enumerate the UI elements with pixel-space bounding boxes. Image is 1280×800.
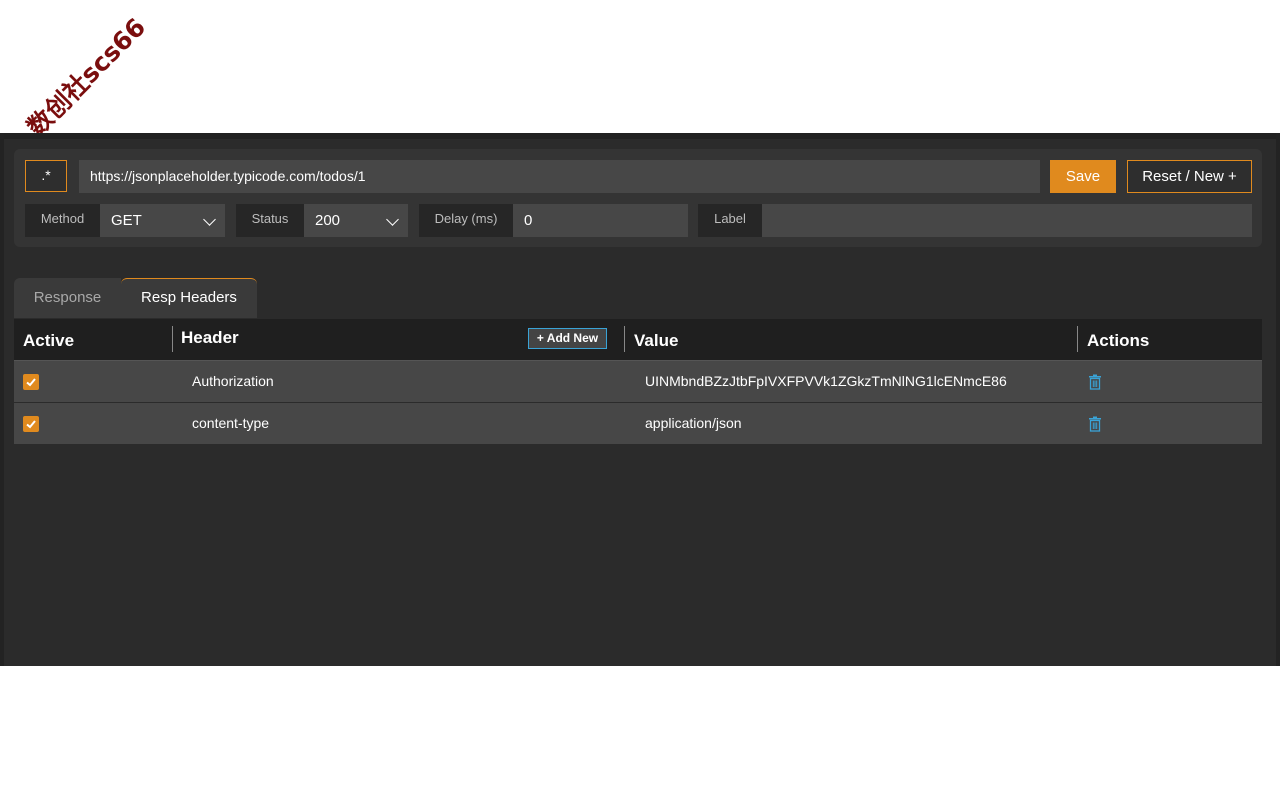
check-icon (26, 378, 36, 387)
column-actions: Actions (1087, 331, 1150, 350)
url-input[interactable]: https://jsonplaceholder.typicode.com/tod… (79, 160, 1040, 193)
column-active: Active (23, 331, 75, 350)
status-label: Status (236, 204, 304, 237)
method-value: GET (111, 212, 142, 229)
header-name[interactable]: Authorization (192, 361, 274, 402)
app-window: .* https://jsonplaceholder.typicode.com/… (0, 133, 1280, 666)
status-value: 200 (315, 212, 341, 229)
header-value[interactable]: application/json (645, 403, 742, 444)
column-header: Header (181, 328, 239, 347)
watermark: 数创社scs66 (21, 12, 152, 143)
check-icon (26, 420, 36, 429)
request-panel: .* https://jsonplaceholder.typicode.com/… (14, 149, 1262, 247)
column-value: Value (634, 331, 679, 350)
label-input[interactable] (762, 204, 1252, 237)
save-button[interactable]: Save (1050, 160, 1116, 193)
label-label: Label (698, 204, 762, 237)
tab-response[interactable]: Response (14, 278, 121, 318)
regex-toggle-button[interactable]: .* (25, 160, 67, 192)
headers-table: Active Header + Add New Value Actions Au… (14, 319, 1262, 445)
header-name[interactable]: content-type (192, 403, 269, 444)
reset-new-button[interactable]: Reset / New + (1127, 160, 1252, 193)
method-label: Method (25, 204, 100, 237)
method-select[interactable]: GET (100, 204, 225, 237)
table-row: Authorization UINMbndBZzJtbFpIVXFPVVk1ZG… (14, 361, 1262, 403)
active-checkbox[interactable] (23, 416, 39, 432)
chevron-down-icon (386, 213, 399, 226)
delay-input[interactable]: 0 (513, 204, 688, 237)
table-header: Active Header + Add New Value Actions (14, 319, 1262, 361)
tab-resp-headers[interactable]: Resp Headers (121, 278, 257, 318)
add-new-button[interactable]: + Add New (528, 328, 607, 349)
trash-icon[interactable] (1088, 416, 1102, 432)
header-value[interactable]: UINMbndBZzJtbFpIVXFPVVk1ZGkzTmNlNG1lcENm… (645, 361, 1007, 402)
status-select[interactable]: 200 (304, 204, 408, 237)
chevron-down-icon (203, 213, 216, 226)
delay-label: Delay (ms) (419, 204, 513, 237)
trash-icon[interactable] (1088, 374, 1102, 390)
active-checkbox[interactable] (23, 374, 39, 390)
table-row: content-type application/json (14, 403, 1262, 445)
